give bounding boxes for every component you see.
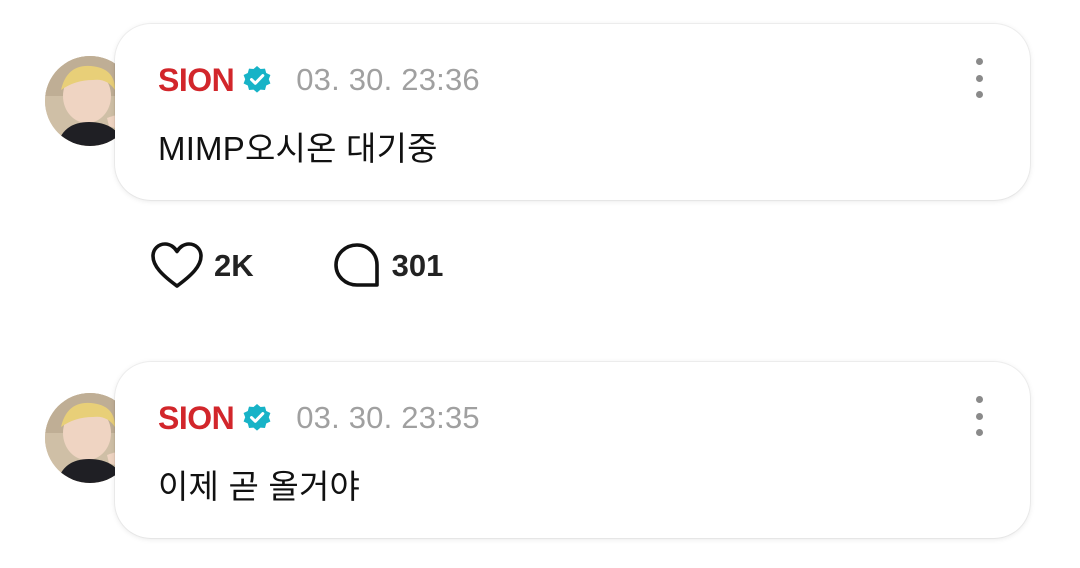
heart-icon bbox=[151, 242, 203, 288]
timestamp: 03. 30. 23:36 bbox=[296, 62, 480, 97]
author-name[interactable]: SION bbox=[158, 400, 235, 437]
verified-badge-icon bbox=[242, 65, 272, 95]
verified-badge-icon bbox=[242, 403, 272, 433]
more-vertical-icon bbox=[975, 396, 983, 403]
author-name[interactable]: SION bbox=[158, 62, 235, 99]
feed: SION 03. 30. 23:36 MIMP오시온 대기중 2K 301 SI… bbox=[0, 0, 1080, 568]
comment-bubble-icon bbox=[333, 243, 379, 287]
post-message: 이제 곧 올거야 bbox=[158, 468, 361, 505]
post-header: SION 03. 30. 23:36 bbox=[158, 60, 480, 100]
timestamp: 03. 30. 23:35 bbox=[296, 400, 480, 435]
post-message: MIMP오시온 대기중 bbox=[158, 130, 438, 167]
more-options-button[interactable] bbox=[970, 58, 988, 98]
post-header: SION 03. 30. 23:35 bbox=[158, 398, 480, 438]
post-bubble[interactable]: SION 03. 30. 23:36 MIMP오시온 대기중 bbox=[115, 24, 1030, 200]
more-vertical-icon bbox=[975, 58, 983, 65]
like-count: 2K bbox=[214, 248, 254, 283]
more-options-button[interactable] bbox=[970, 396, 988, 436]
post-actions: 2K 301 bbox=[150, 238, 443, 294]
like-button[interactable]: 2K bbox=[150, 241, 254, 291]
comment-count: 301 bbox=[391, 248, 444, 283]
post-bubble[interactable]: SION 03. 30. 23:35 이제 곧 올거야 bbox=[115, 362, 1030, 538]
comment-button[interactable]: 301 bbox=[332, 241, 444, 291]
